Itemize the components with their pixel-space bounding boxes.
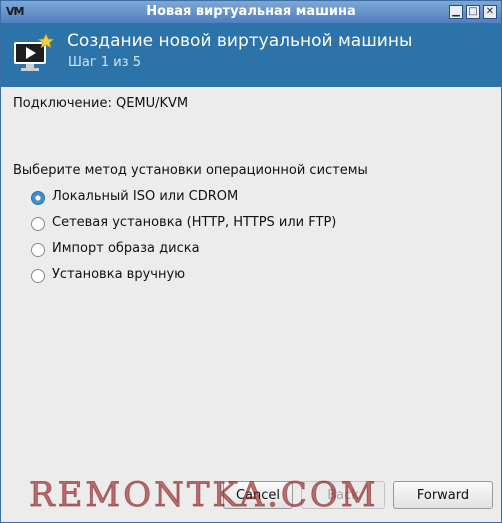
wizard-title: Создание новой виртуальной машины (67, 31, 413, 51)
new-vm-monitor-icon (14, 33, 54, 71)
radio-indicator[interactable] (31, 243, 45, 257)
wizard-step: Шаг 1 из 5 (68, 55, 141, 70)
close-icon[interactable]: ✕ (483, 5, 497, 19)
connection-label: Подключение: QEMU/KVM (13, 96, 189, 111)
button-bar: Cancel Back Forward (1, 481, 501, 511)
wizard-header: Создание новой виртуальной машины Шаг 1 … (1, 23, 501, 87)
dialog-window: VM Новая виртуальная машина ▁ □ ✕ Создан… (0, 0, 502, 523)
title-bar[interactable]: VM Новая виртуальная машина ▁ □ ✕ (1, 1, 501, 23)
window-title: Новая виртуальная машина (146, 4, 356, 19)
radio-selected-indicator[interactable] (31, 191, 45, 205)
maximize-icon[interactable]: □ (466, 5, 480, 19)
radio-label: Сетевая установка (HTTP, HTTPS или FTP) (52, 215, 337, 230)
minimize-icon[interactable]: ▁ (449, 5, 463, 19)
forward-button[interactable]: Forward (393, 481, 493, 509)
radio-label: Импорт образа диска (52, 241, 200, 256)
back-button[interactable]: Back (301, 481, 385, 509)
radio-indicator[interactable] (31, 269, 45, 283)
cancel-button[interactable]: Cancel (223, 481, 293, 509)
radio-indicator[interactable] (31, 217, 45, 231)
radio-label: Установка вручную (52, 267, 186, 282)
radio-label: Локальный ISO или CDROM (52, 189, 239, 204)
install-method-prompt: Выберите метод установки операционной си… (13, 163, 368, 178)
